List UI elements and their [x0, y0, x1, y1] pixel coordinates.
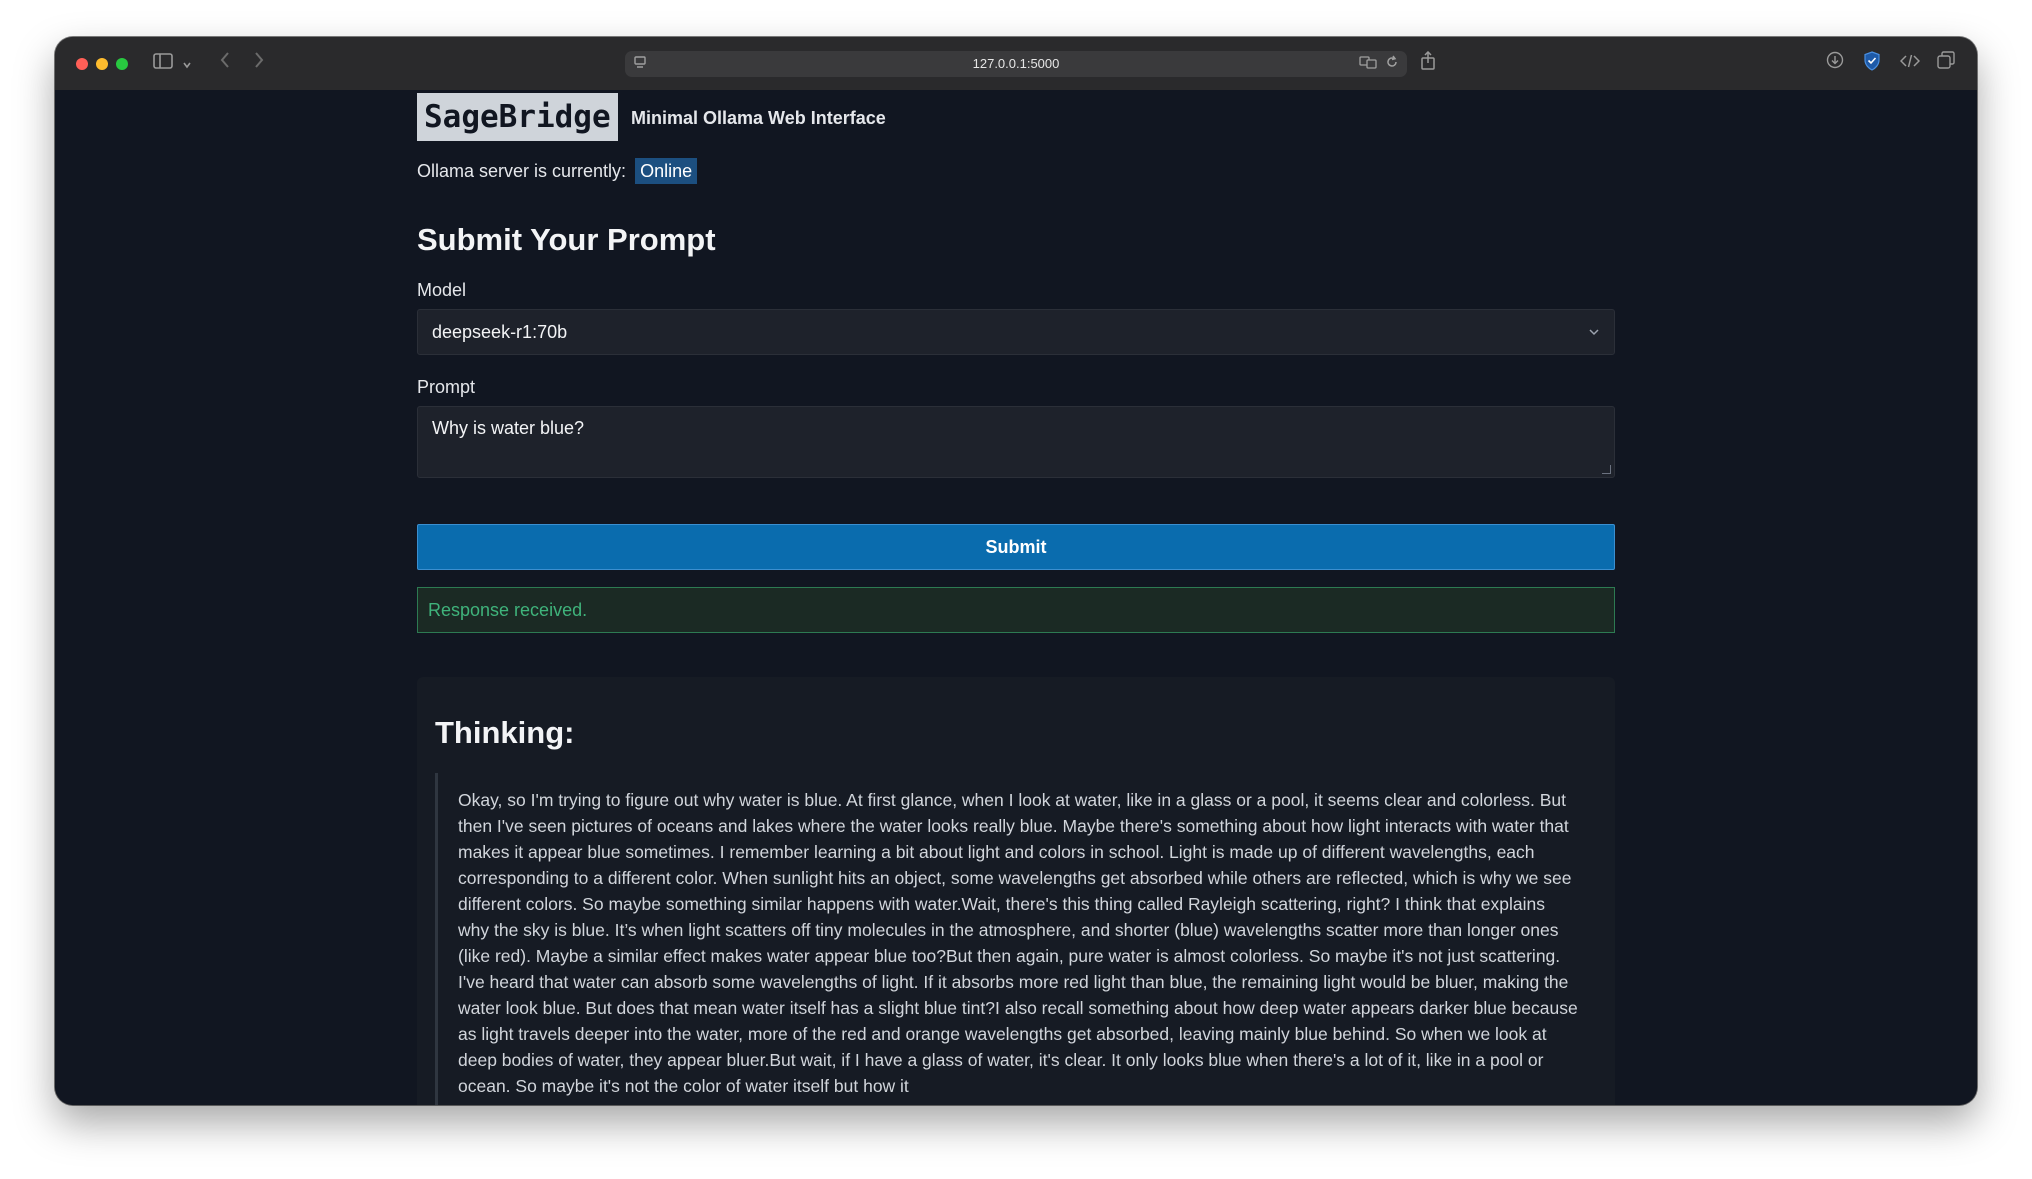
- app-subtitle: Minimal Ollama Web Interface: [631, 108, 886, 128]
- share-icon[interactable]: [1420, 50, 1436, 77]
- response-alert: Response received.: [417, 587, 1615, 633]
- address-bar[interactable]: 127.0.0.1:5000: [625, 51, 1407, 77]
- server-status-label: Ollama server is currently:: [417, 161, 627, 181]
- back-icon[interactable]: [219, 51, 231, 75]
- browser-toolbar: 127.0.0.1:5000: [55, 37, 1977, 91]
- model-select[interactable]: deepseek-r1:70b: [417, 309, 1615, 355]
- zoom-window-button[interactable]: [116, 58, 128, 70]
- code-icon[interactable]: [1899, 51, 1921, 75]
- download-icon[interactable]: [1826, 51, 1844, 75]
- model-select-value[interactable]: deepseek-r1:70b: [432, 310, 567, 354]
- server-status: Ollama server is currently: Online: [417, 156, 698, 186]
- close-window-button[interactable]: [76, 58, 88, 70]
- tabs-icon[interactable]: [1937, 51, 1955, 75]
- translate-icon[interactable]: [1359, 52, 1377, 76]
- browser-window: 127.0.0.1:5000 SageBridge Minimal Ollama…: [55, 37, 1977, 1105]
- thinking-title: Thinking:: [435, 715, 575, 750]
- alert-text: Response received.: [428, 600, 588, 620]
- prompt-value[interactable]: Why is water blue?: [432, 416, 584, 440]
- prompt-label: Prompt: [417, 377, 476, 397]
- minimize-window-button[interactable]: [96, 58, 108, 70]
- page-content: SageBridge Minimal Ollama Web Interface …: [55, 90, 1977, 1105]
- thinking-blockquote: Okay, so I'm trying to figure out why wa…: [435, 773, 1578, 1105]
- prompt-textarea[interactable]: Why is water blue?: [417, 406, 1615, 478]
- thinking-text: Okay, so I'm trying to figure out why wa…: [458, 790, 1578, 1096]
- status-badge: Online: [635, 158, 698, 184]
- shield-icon[interactable]: [1863, 51, 1881, 77]
- resize-handle[interactable]: [1602, 465, 1611, 474]
- forward-icon[interactable]: [253, 51, 265, 75]
- app-logo: SageBridge: [417, 93, 618, 141]
- form-heading: Submit Your Prompt: [417, 222, 716, 257]
- chevron-down-icon[interactable]: [182, 52, 192, 76]
- reload-icon[interactable]: [1385, 52, 1399, 76]
- chevron-down-icon: [1588, 310, 1600, 354]
- thinking-card: Thinking: Okay, so I'm trying to figure …: [417, 677, 1615, 1105]
- submit-button[interactable]: Submit: [417, 524, 1615, 570]
- model-label: Model: [417, 280, 467, 300]
- url-text[interactable]: 127.0.0.1:5000: [625, 51, 1407, 77]
- sidebar-icon[interactable]: [153, 51, 173, 75]
